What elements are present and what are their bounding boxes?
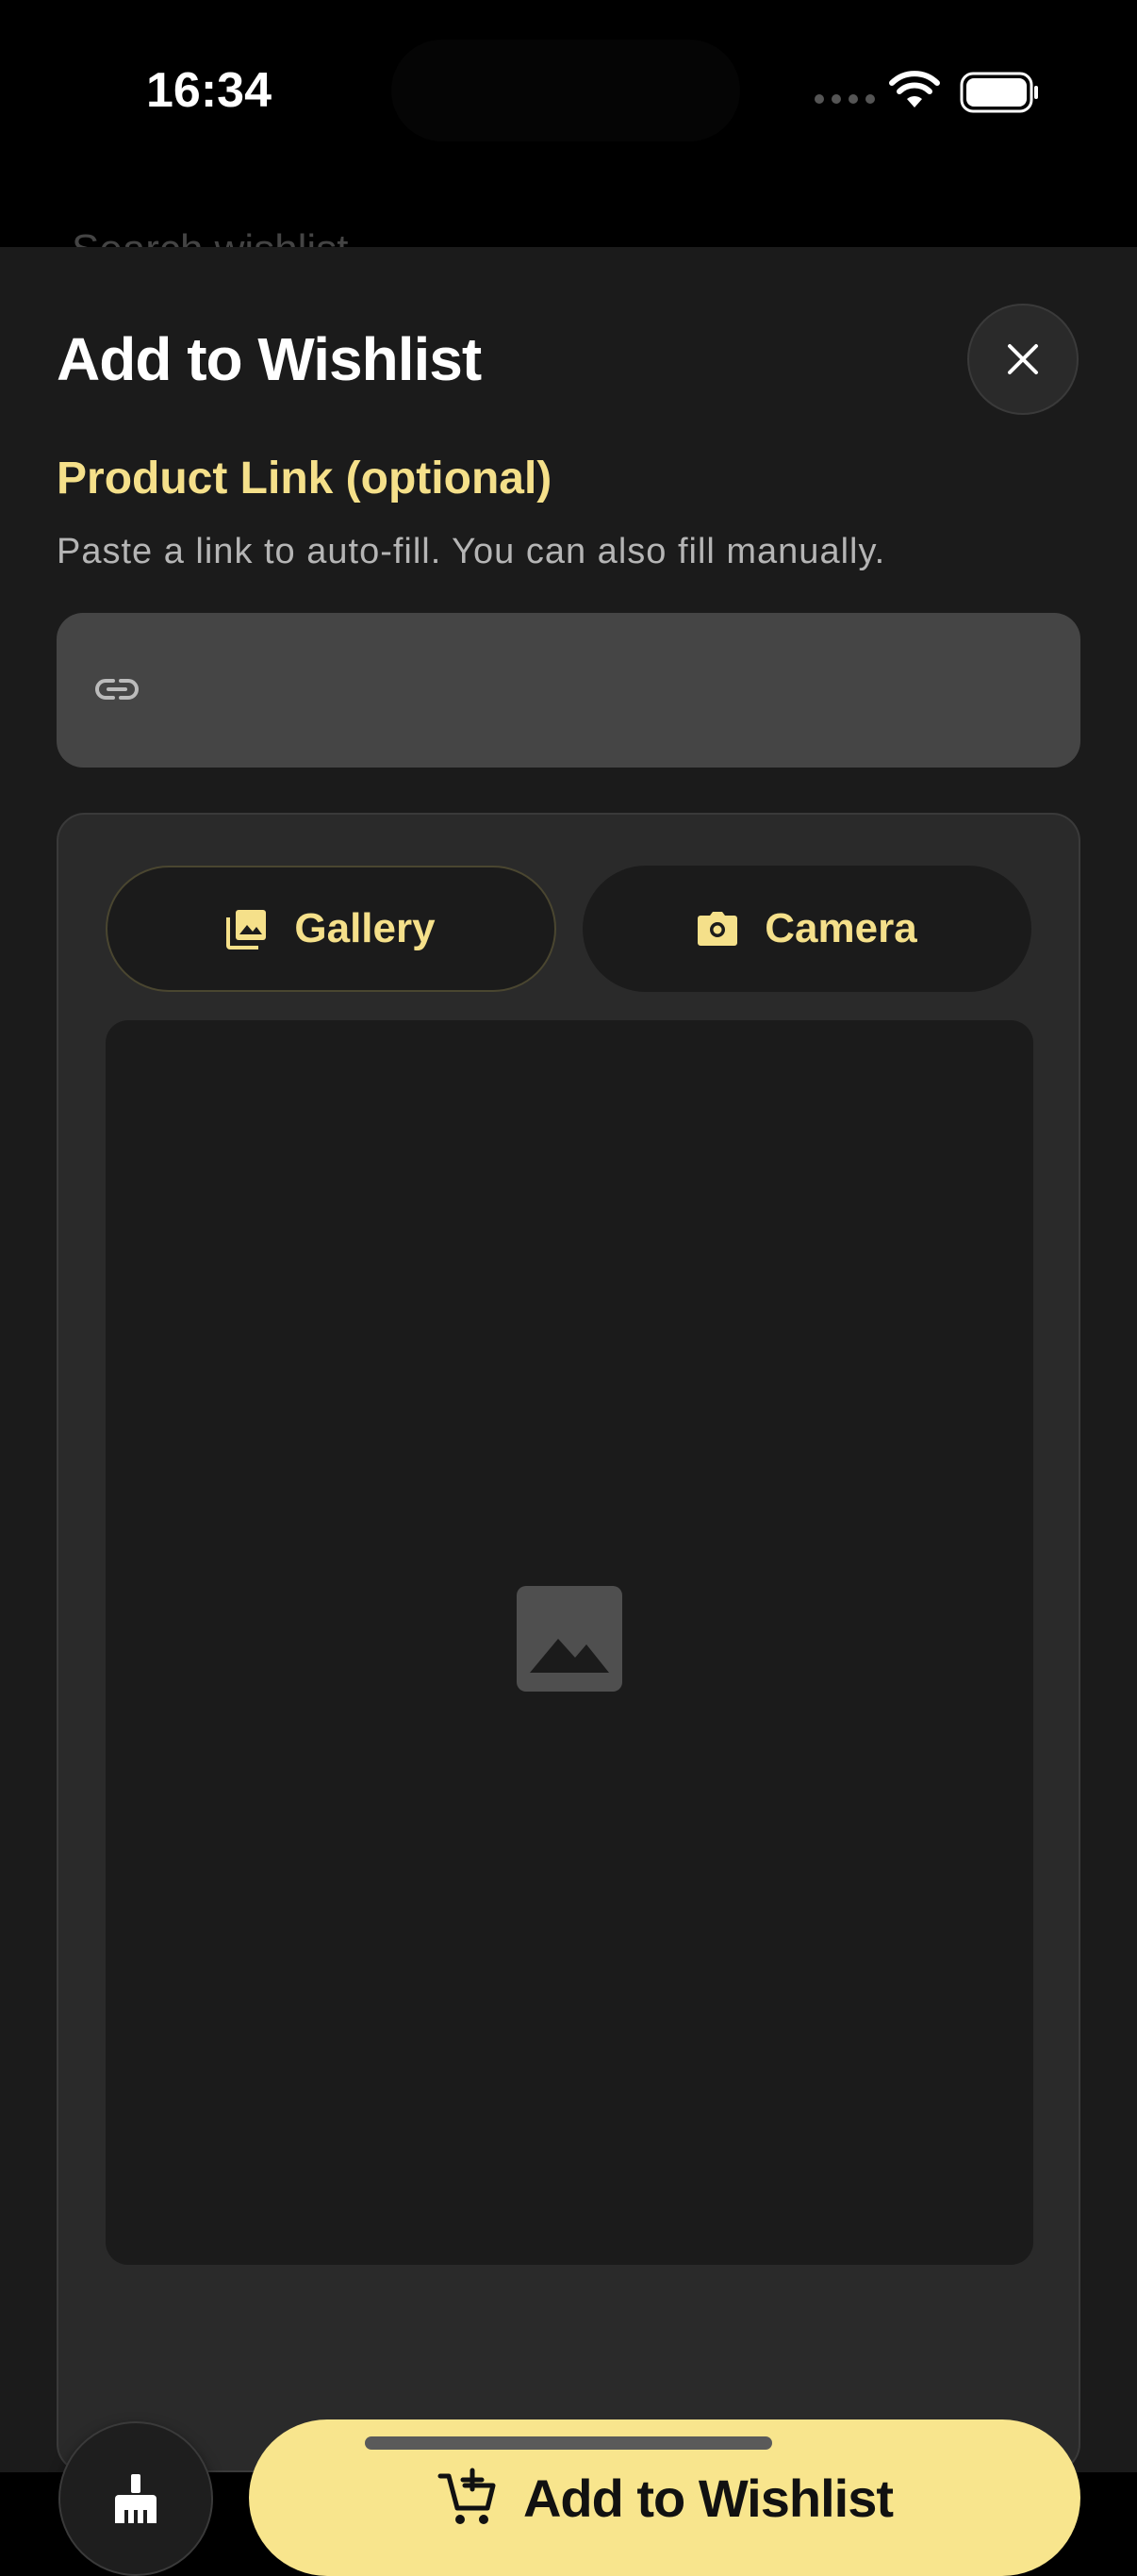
home-indicator [365, 2436, 772, 2450]
add-to-wishlist-label: Add to Wishlist [522, 2468, 894, 2528]
image-placeholder-icon [517, 1586, 622, 1692]
gallery-label: Gallery [294, 905, 436, 951]
signal-icon [815, 94, 875, 104]
battery-icon [960, 72, 1038, 113]
product-link-hint: Paste a link to auto-fill. You can also … [57, 532, 886, 571]
product-link-input[interactable] [160, 651, 1050, 732]
camera-icon [698, 912, 738, 946]
add-to-wishlist-sheet: Add to Wishlist Product Link (optional) … [0, 247, 1137, 2576]
gallery-icon [226, 910, 267, 949]
gallery-button[interactable]: Gallery [106, 866, 556, 992]
close-button[interactable] [967, 304, 1079, 415]
sheet-title: Add to Wishlist [57, 325, 482, 393]
product-link-field[interactable] [57, 613, 1080, 768]
wifi-icon [889, 71, 940, 107]
clear-form-button[interactable] [58, 2421, 213, 2576]
status-time: 16:34 [146, 63, 272, 118]
broom-icon [115, 2474, 157, 2523]
close-icon [1008, 344, 1038, 374]
image-preview [106, 1020, 1033, 2265]
status-bar: 16:34 [0, 0, 1137, 189]
product-link-label: Product Link (optional) [57, 454, 552, 504]
camera-label: Camera [765, 905, 917, 951]
background-search-text: Search wishlist [72, 226, 449, 247]
add-cart-icon [437, 2468, 496, 2524]
link-icon [95, 679, 139, 700]
camera-button[interactable]: Camera [583, 866, 1031, 992]
image-picker-card: Gallery Camera [57, 813, 1080, 2472]
dynamic-island [391, 40, 740, 141]
